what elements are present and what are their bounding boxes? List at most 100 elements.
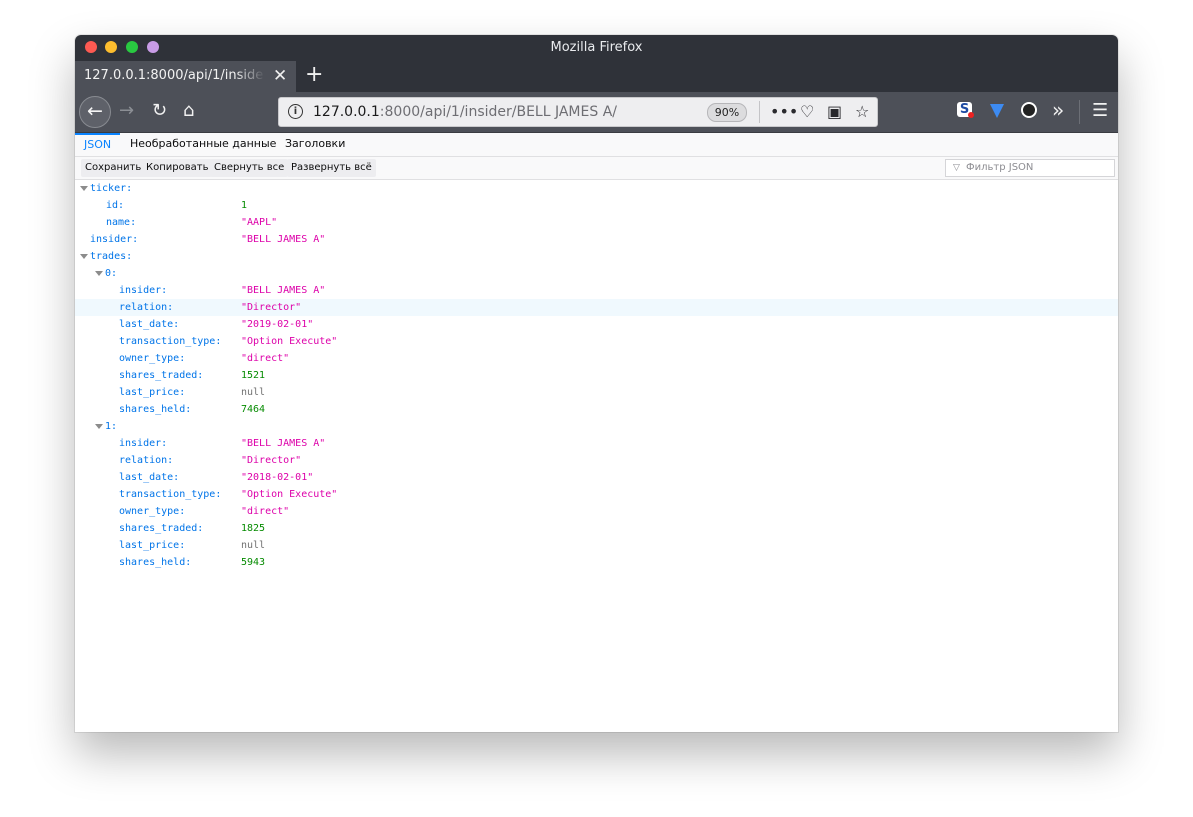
json-key: relation:	[119, 302, 174, 313]
json-tree: ticker: id: 1 name: "AAPL" insider: "BEL…	[75, 180, 1118, 732]
json-key: last_price:	[119, 387, 186, 398]
tree-row[interactable]: owner_type: "direct"	[75, 350, 1118, 367]
site-info-icon[interactable]: i	[288, 104, 303, 119]
json-key: ticker:	[90, 183, 133, 194]
pocket-icon[interactable]: ♡	[800, 102, 814, 121]
expand-all-button[interactable]: Развернуть всё	[287, 159, 376, 177]
browser-tab[interactable]: 127.0.0.1:8000/api/1/insider/BELL JAMES …	[75, 61, 296, 92]
json-key: owner_type:	[119, 353, 186, 364]
json-key: 1:	[105, 421, 118, 432]
json-toolbar: Сохранить Копировать Свернуть все Развер…	[75, 157, 1118, 180]
expand-triangle-icon[interactable]	[95, 424, 103, 429]
json-key: shares_traded:	[119, 370, 204, 381]
tree-row[interactable]: last_price: null	[75, 384, 1118, 401]
tree-row[interactable]: shares_traded: 1825	[75, 520, 1118, 537]
json-value: 7464	[241, 404, 266, 415]
json-value: 5943	[241, 557, 266, 568]
browser-window: Mozilla Firefox 127.0.0.1:8000/api/1/ins…	[75, 35, 1118, 732]
json-key: transaction_type:	[119, 489, 222, 500]
json-value: "Director"	[241, 302, 302, 313]
page-actions-icon[interactable]: •••	[770, 102, 798, 121]
tree-row[interactable]: relation: "Director"	[75, 452, 1118, 469]
zoom-indicator[interactable]: 90%	[707, 103, 747, 122]
expand-triangle-icon[interactable]	[95, 271, 103, 276]
forward-button[interactable]: →	[119, 100, 134, 121]
json-value: 1521	[241, 370, 266, 381]
tree-row[interactable]: shares_held: 7464	[75, 401, 1118, 418]
tree-row[interactable]: id: 1	[75, 197, 1118, 214]
close-tab-icon[interactable]: ✕	[273, 66, 287, 86]
json-value: "BELL JAMES A"	[241, 438, 326, 449]
tab-json[interactable]: JSON	[75, 133, 121, 156]
json-key: transaction_type:	[119, 336, 222, 347]
tree-row[interactable]: insider: "BELL JAMES A"	[75, 435, 1118, 452]
expand-triangle-icon[interactable]	[80, 186, 88, 191]
tree-row[interactable]: last_date: "2019-02-01"	[75, 316, 1118, 333]
toolbar-separator	[1079, 100, 1080, 124]
tab-title-fade	[235, 61, 265, 92]
tree-row-trades[interactable]: trades:	[75, 248, 1118, 265]
save-page-icon[interactable]: ▣	[827, 102, 842, 121]
hamburger-menu-icon[interactable]: ☰	[1092, 100, 1108, 121]
tree-row[interactable]: shares_held: 5943	[75, 554, 1118, 571]
json-value: null	[241, 540, 266, 551]
tree-row[interactable]: last_price: null	[75, 537, 1118, 554]
filter-icon: ▽	[953, 163, 960, 173]
url-separator	[759, 101, 760, 123]
json-filter-input[interactable]: ▽ Фильтр JSON	[945, 159, 1115, 177]
extension-o-icon[interactable]	[1021, 102, 1037, 118]
tree-row[interactable]: owner_type: "direct"	[75, 503, 1118, 520]
window-title: Mozilla Firefox	[550, 40, 643, 55]
tree-row[interactable]: insider: "BELL JAMES A"	[75, 282, 1118, 299]
collapse-all-button[interactable]: Свернуть все	[210, 159, 289, 177]
overflow-menu-icon[interactable]: »	[1052, 98, 1064, 122]
tree-row-ticker[interactable]: ticker:	[75, 180, 1118, 197]
extension-vpn-icon[interactable]	[990, 104, 1004, 118]
url-host: 127.0.0.1	[313, 104, 380, 120]
json-key: last_date:	[119, 472, 180, 483]
navigation-bar: ← → ↻ ⌂ i 127.0.0.1:8000/api/1/insider/B…	[75, 92, 1118, 133]
json-key: insider:	[90, 234, 139, 245]
tree-row[interactable]: relation: "Director"	[75, 299, 1118, 316]
tab-strip: 127.0.0.1:8000/api/1/insider/BELL JAMES …	[75, 61, 1118, 92]
back-button[interactable]: ←	[79, 96, 111, 128]
title-bar: Mozilla Firefox	[75, 35, 1118, 61]
json-value: "Option Execute"	[241, 336, 338, 347]
extension-s-icon[interactable]: S	[957, 102, 974, 118]
tree-row[interactable]: name: "AAPL"	[75, 214, 1118, 231]
json-key: last_date:	[119, 319, 180, 330]
url-path: :8000/api/1/insider/BELL JAMES A/	[379, 104, 617, 120]
tree-row[interactable]: last_date: "2018-02-01"	[75, 469, 1118, 486]
filter-placeholder: Фильтр JSON	[966, 162, 1034, 173]
json-value: "2018-02-01"	[241, 472, 314, 483]
json-value: "Option Execute"	[241, 489, 338, 500]
tree-row[interactable]: transaction_type: "Option Execute"	[75, 486, 1118, 503]
json-key: shares_held:	[119, 404, 192, 415]
json-value: 1	[241, 200, 248, 211]
tree-row-trade-1[interactable]: 1:	[75, 418, 1118, 435]
url-bar[interactable]: i 127.0.0.1:8000/api/1/insider/BELL JAME…	[278, 97, 878, 127]
tab-raw-data[interactable]: Необработанные данные	[121, 133, 285, 156]
save-button[interactable]: Сохранить	[81, 159, 146, 177]
json-key: insider:	[119, 285, 168, 296]
json-key: owner_type:	[119, 506, 186, 517]
home-button[interactable]: ⌂	[183, 100, 194, 121]
json-viewer-tabs: JSON Необработанные данные Заголовки	[75, 133, 1118, 157]
bookmark-star-icon[interactable]: ☆	[855, 102, 869, 121]
json-key: insider:	[119, 438, 168, 449]
tree-row[interactable]: transaction_type: "Option Execute"	[75, 333, 1118, 350]
tab-headers[interactable]: Заголовки	[276, 133, 354, 156]
reload-button[interactable]: ↻	[152, 100, 167, 121]
json-value: "BELL JAMES A"	[241, 234, 326, 245]
copy-button[interactable]: Копировать	[142, 159, 213, 177]
expand-triangle-icon[interactable]	[80, 254, 88, 259]
tree-row-trade-0[interactable]: 0:	[75, 265, 1118, 282]
new-tab-button[interactable]: +	[305, 62, 323, 87]
tree-row[interactable]: shares_traded: 1521	[75, 367, 1118, 384]
url-text[interactable]: 127.0.0.1:8000/api/1/insider/BELL JAMES …	[313, 104, 617, 120]
tree-row[interactable]: insider: "BELL JAMES A"	[75, 231, 1118, 248]
json-value: "direct"	[241, 353, 290, 364]
json-key: id:	[106, 200, 125, 211]
json-key: name:	[106, 217, 137, 228]
json-value: "Director"	[241, 455, 302, 466]
